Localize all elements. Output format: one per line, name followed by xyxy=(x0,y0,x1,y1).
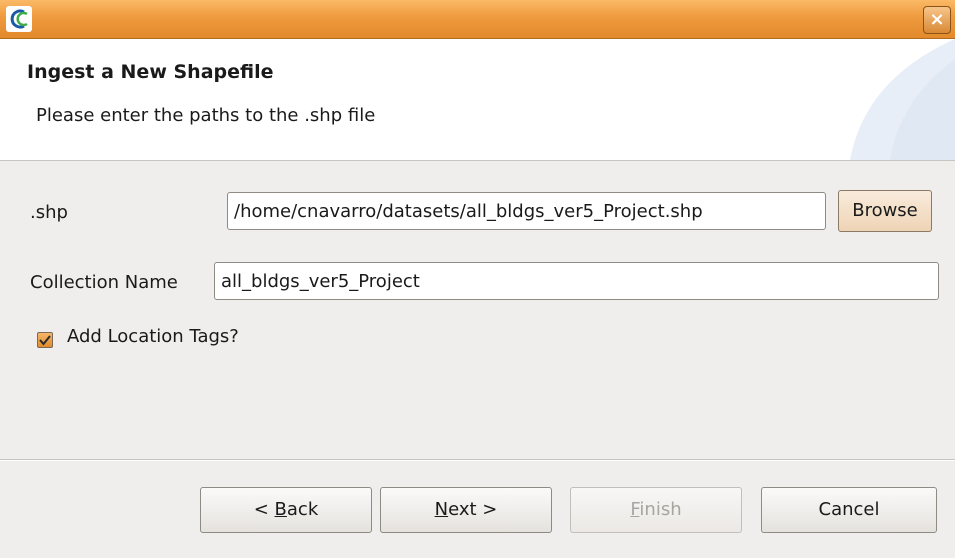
page-title: Ingest a New Shapefile xyxy=(27,61,274,83)
wizard-header: Ingest a New Shapefile Please enter the … xyxy=(0,39,955,161)
back-label-rest: ack xyxy=(286,499,319,520)
cancel-button[interactable]: Cancel xyxy=(761,487,937,533)
shp-path-input[interactable] xyxy=(227,192,826,230)
next-label-rest: ext > xyxy=(448,499,498,520)
close-button[interactable]: × xyxy=(923,6,951,34)
browse-button[interactable]: Browse xyxy=(838,190,932,232)
page-description: Please enter the paths to the .shp file xyxy=(36,105,376,126)
next-button[interactable]: Next > xyxy=(380,487,552,533)
finish-button[interactable]: Finish xyxy=(570,487,742,533)
back-button[interactable]: < Back xyxy=(200,487,372,533)
button-bar-separator xyxy=(0,459,955,461)
location-tags-checkbox[interactable] xyxy=(37,332,53,348)
location-tags-label: Add Location Tags? xyxy=(67,326,239,347)
back-mnemonic: B xyxy=(274,499,287,520)
checkmark-icon xyxy=(39,335,51,346)
shp-label: .shp xyxy=(30,202,68,223)
collection-name-label: Collection Name xyxy=(30,272,178,293)
finish-label-rest: inish xyxy=(639,499,682,520)
app-logo-icon xyxy=(6,6,32,32)
back-label-prefix: < xyxy=(253,499,275,520)
banner-decoration xyxy=(850,39,955,160)
collection-name-input[interactable] xyxy=(214,262,939,300)
close-icon: × xyxy=(929,9,945,30)
title-bar: × xyxy=(0,0,955,39)
next-mnemonic: N xyxy=(434,499,449,520)
